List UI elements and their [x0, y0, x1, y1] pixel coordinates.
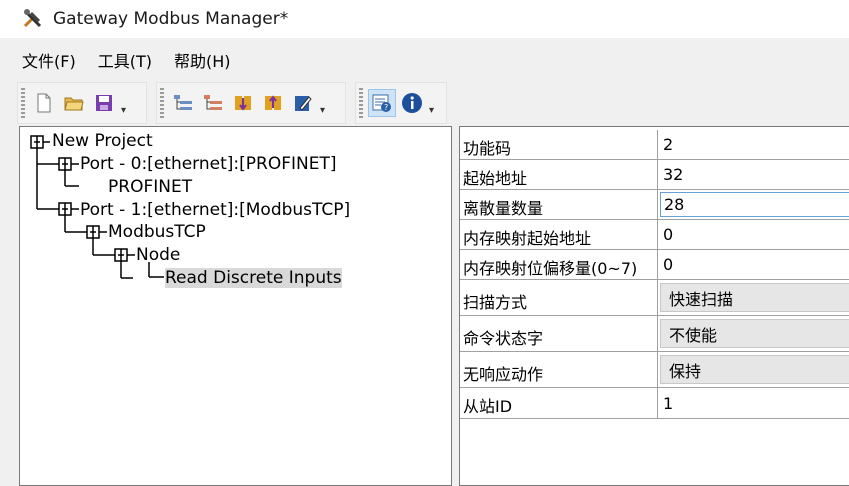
property-divider — [657, 316, 658, 351]
new-file-button[interactable] — [30, 89, 58, 117]
tree-port-0-profinet-label: PROFINET — [108, 177, 193, 197]
move-down-icon — [235, 96, 251, 111]
property-row-function-code: 功能码 2 — [460, 130, 849, 160]
command-status-select[interactable]: 不使能 — [660, 319, 849, 348]
property-row-start-address: 起始地址 32 — [460, 160, 849, 190]
tree-modbustcp[interactable]: ModbusTCP — [108, 222, 206, 242]
tree-port-0-label: Port - 0:[ethernet]:[PROFINET] — [80, 154, 337, 174]
tree-port-0[interactable]: Port - 0:[ethernet]:[PROFINET] — [80, 154, 336, 174]
scan-mode-select[interactable]: 快速扫描 — [660, 283, 849, 312]
property-divider — [657, 388, 658, 418]
tree-command-label: Read Discrete Inputs — [165, 268, 342, 288]
property-name: 命令状态字 — [463, 329, 544, 348]
add-port-icon — [174, 95, 192, 110]
property-row-scan-mode: 扫描方式 快速扫描 — [460, 280, 849, 316]
property-divider — [657, 280, 658, 315]
property-row-discrete-count: 离散量数量 28 — [460, 190, 849, 220]
tree-node[interactable]: Node — [136, 245, 180, 265]
map-bit-offset-field[interactable]: 0 — [660, 252, 849, 277]
property-divider — [657, 250, 658, 279]
tree-connector-lines — [30, 135, 164, 279]
property-name: 从站ID — [463, 397, 513, 416]
property-row-slave-id: 从站ID 1 — [460, 388, 849, 419]
open-button[interactable] — [60, 89, 88, 117]
new-file-icon — [37, 93, 51, 113]
toolbar-edit: ▾ — [156, 82, 346, 124]
property-row-command-status: 命令状态字 不使能 — [460, 316, 849, 352]
menu-file[interactable]: 文件(F) — [22, 48, 76, 72]
property-divider — [657, 130, 658, 159]
properties-help-button[interactable]: ? — [368, 89, 396, 117]
save-icon — [96, 95, 112, 111]
discrete-count-field[interactable]: 28 — [660, 192, 849, 217]
tree-port-1-label: Port - 1:[ethernet]:[ModbusTCP] — [80, 200, 351, 220]
property-divider — [657, 190, 658, 219]
property-divider — [657, 220, 658, 249]
property-grid: 功能码 2 起始地址 32 离散量数量 28 内存映射起始地址 0 内存映射位偏… — [459, 126, 849, 486]
menu-tools[interactable]: 工具(T) — [98, 48, 152, 72]
tree-root-label: New Project — [52, 131, 153, 151]
app-tools-icon — [22, 8, 44, 30]
property-row-map-bit-offset: 内存映射位偏移量(0~7) 0 — [460, 250, 849, 280]
save-button[interactable] — [90, 89, 118, 117]
tree-port-1[interactable]: Port - 1:[ethernet]:[ModbusTCP] — [80, 200, 350, 220]
property-name: 内存映射起始地址 — [463, 229, 592, 248]
open-folder-icon — [64, 97, 84, 111]
tree-port-0-profinet[interactable]: PROFINET — [108, 177, 192, 197]
edit-button[interactable] — [289, 89, 317, 117]
function-code-field[interactable]: 2 — [660, 132, 849, 157]
toolbar-overflow-icon[interactable]: ▾ — [121, 105, 126, 116]
toolbar-file: ▾ — [17, 82, 147, 124]
menu-bar: 文件(F) 工具(T) 帮助(H) — [0, 40, 849, 80]
property-name: 扫描方式 — [463, 293, 528, 312]
svg-text:?: ? — [384, 103, 388, 112]
toolbar-grip[interactable] — [21, 88, 25, 118]
title-bar: Gateway Modbus Manager* — [0, 0, 849, 38]
add-port-button[interactable] — [169, 89, 197, 117]
toolbar-grip[interactable] — [160, 88, 164, 118]
property-name: 无响应动作 — [463, 365, 544, 384]
toolbar-overflow-icon[interactable]: ▾ — [429, 105, 434, 116]
tree-node-label: Node — [136, 245, 181, 265]
property-name: 功能码 — [463, 139, 512, 158]
property-name: 起始地址 — [463, 169, 528, 188]
tree-root[interactable]: New Project — [52, 131, 153, 151]
tree-read-discrete-inputs[interactable]: Read Discrete Inputs — [165, 268, 342, 288]
toolbar-grip[interactable] — [359, 88, 363, 118]
move-up-button[interactable] — [259, 89, 287, 117]
info-button[interactable] — [398, 89, 426, 117]
property-divider — [657, 160, 658, 189]
project-tree[interactable]: New Project Port - 0:[ethernet]:[PROFINE… — [19, 126, 452, 486]
property-row-map-start-address: 内存映射起始地址 0 — [460, 220, 849, 250]
properties-help-icon: ? — [372, 94, 391, 112]
property-row-no-response-action: 无响应动作 保持 — [460, 352, 849, 388]
move-down-button[interactable] — [229, 89, 257, 117]
start-address-field[interactable]: 32 — [660, 162, 849, 187]
slave-id-field[interactable]: 1 — [660, 390, 849, 416]
info-icon — [402, 93, 422, 113]
toolbar-help: ? ▾ — [355, 82, 447, 124]
window-title: Gateway Modbus Manager* — [53, 9, 289, 29]
map-start-address-field[interactable]: 0 — [660, 222, 849, 247]
edit-icon — [295, 96, 312, 111]
tree-modbustcp-label: ModbusTCP — [108, 222, 206, 242]
remove-port-icon — [204, 95, 222, 110]
remove-port-button[interactable] — [199, 89, 227, 117]
toolbar-overflow-icon[interactable]: ▾ — [320, 105, 325, 116]
property-name: 离散量数量 — [463, 199, 544, 218]
move-up-icon — [265, 95, 281, 110]
property-divider — [657, 352, 658, 387]
menu-help[interactable]: 帮助(H) — [174, 48, 231, 72]
property-name: 内存映射位偏移量(0~7) — [463, 259, 638, 278]
no-response-action-select[interactable]: 保持 — [660, 355, 849, 384]
